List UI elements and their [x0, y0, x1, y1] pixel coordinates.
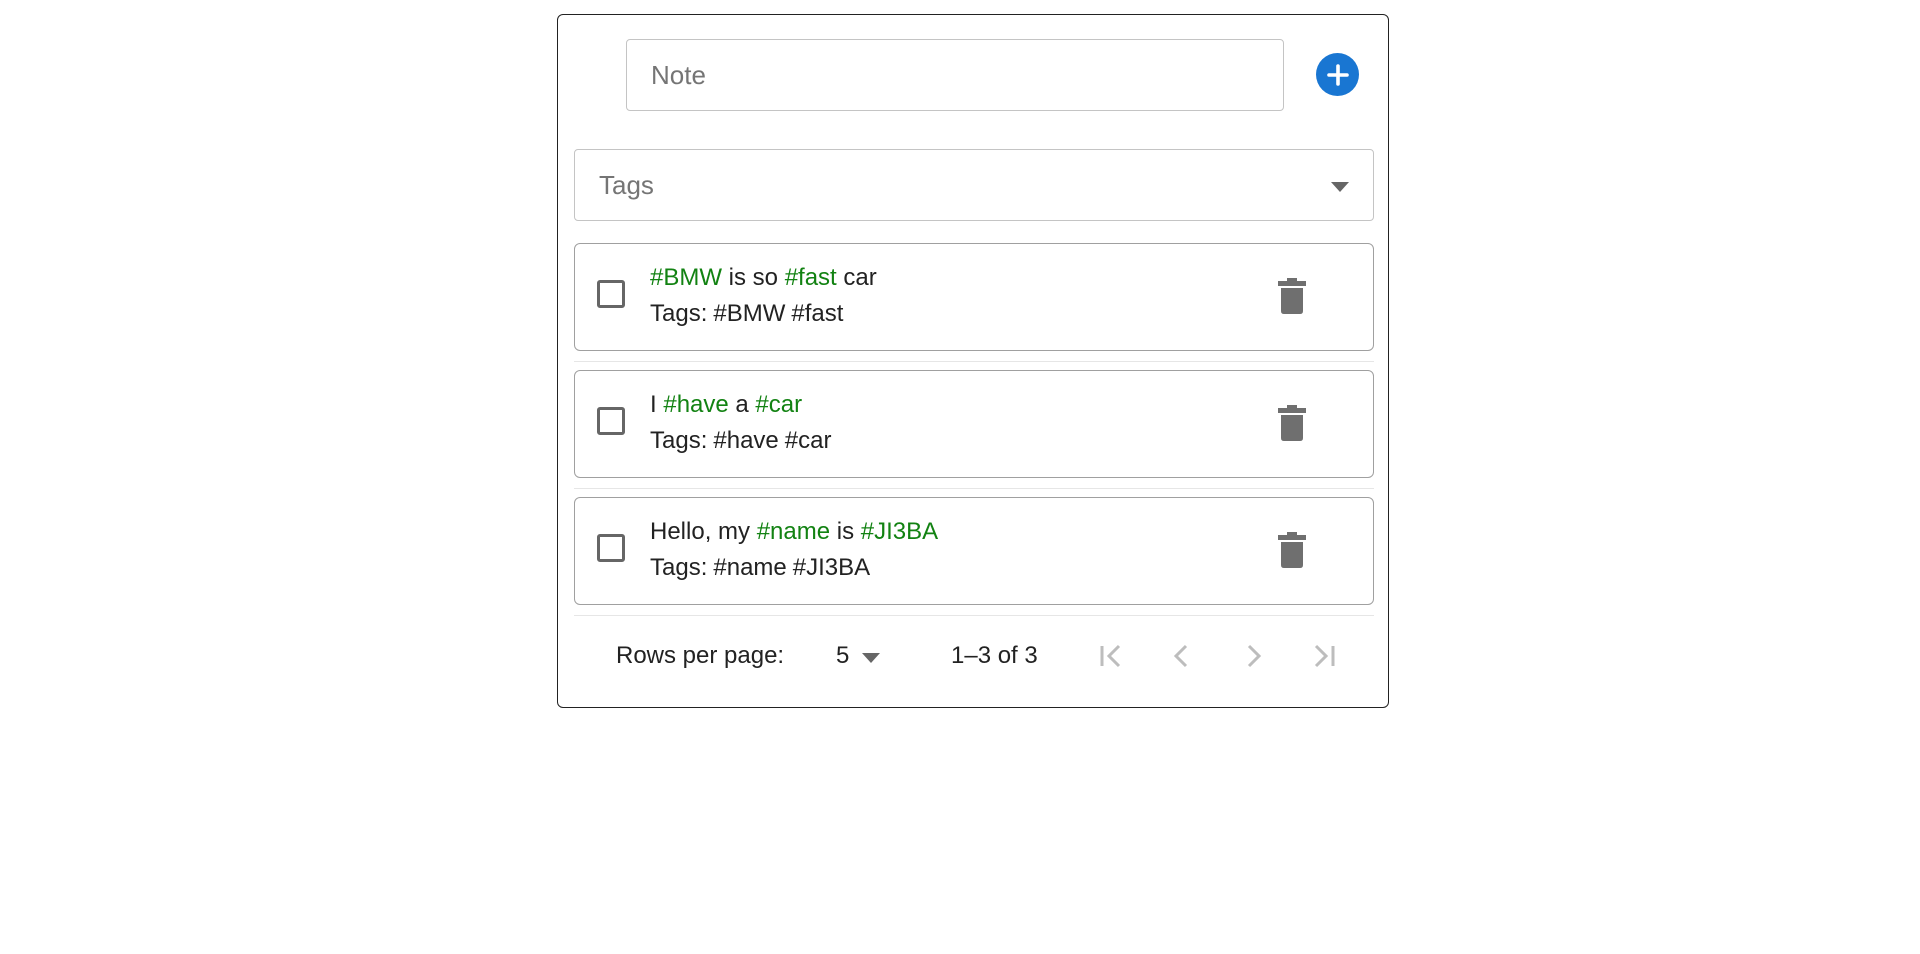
- dropdown-arrow-icon: [1331, 182, 1349, 192]
- note-input[interactable]: [626, 39, 1284, 111]
- note-text-segment: is so: [722, 264, 785, 291]
- pagination: Rows per page: 5 1–3 of 3: [558, 631, 1390, 681]
- note-tags: Tags: #BMW #fast: [650, 300, 843, 328]
- note-checkbox[interactable]: [597, 534, 625, 562]
- add-note-button[interactable]: [1316, 53, 1359, 96]
- note-text-segment: a: [728, 391, 756, 418]
- note-text: Hello, my #name is #JI3BA: [650, 518, 938, 546]
- note-checkbox[interactable]: [597, 280, 625, 308]
- delete-note-button[interactable]: [1275, 530, 1309, 570]
- note-hashtag: #name: [756, 518, 831, 545]
- notes-card: Tags #BMW is so #fast carTags:#BMW#fastI…: [557, 14, 1389, 708]
- last-page-icon: [1314, 644, 1335, 668]
- delete-note-button[interactable]: [1275, 403, 1309, 443]
- note-composer: [626, 39, 1374, 111]
- note-tag-chip: #have: [713, 427, 779, 454]
- note-tag-chip: #BMW: [713, 300, 786, 327]
- note-tags-label: Tags:: [650, 554, 708, 581]
- note-tags-label: Tags:: [650, 427, 708, 454]
- note-text-segment: Hello, my: [650, 518, 757, 545]
- note-text: #BMW is so #fast car: [650, 264, 877, 292]
- note-text-segment: I: [650, 391, 664, 418]
- plus-icon: [1326, 63, 1349, 86]
- chevron-right-icon: [1247, 644, 1262, 668]
- first-page-icon: [1100, 644, 1121, 668]
- note-text-segment: car: [836, 264, 877, 291]
- first-page-button[interactable]: [1092, 637, 1130, 675]
- last-page-button[interactable]: [1305, 637, 1343, 675]
- note-hashtag: #fast: [784, 264, 837, 291]
- note-text-segment: is: [830, 518, 861, 545]
- pagination-range: 1–3 of 3: [951, 642, 1038, 669]
- rows-per-page-value: 5: [836, 642, 850, 669]
- note-hashtag: #have: [663, 391, 729, 418]
- note-tag-chip: #fast: [791, 300, 844, 327]
- note-checkbox[interactable]: [597, 407, 625, 435]
- note-tag-chip: #car: [784, 427, 832, 454]
- tags-filter-select[interactable]: Tags: [574, 149, 1374, 221]
- previous-page-button[interactable]: [1163, 637, 1201, 675]
- note-item: I #have a #car Tags: #have #car: [574, 370, 1374, 478]
- note-tags: Tags: #name #JI3BA: [650, 554, 870, 582]
- note-divider: [574, 361, 1374, 362]
- note-hashtag: #JI3BA: [860, 518, 939, 545]
- tags-filter-label: Tags: [599, 170, 654, 200]
- rows-dropdown-arrow-icon: [862, 653, 880, 663]
- note-item: Hello, my #name is #JI3BA Tags: #name #JI3B…: [574, 497, 1374, 605]
- note-item: #BMW is so #fast car Tags: #BMW #fast: [574, 243, 1374, 351]
- note-tag-chip: #name: [713, 554, 787, 581]
- note-divider: [574, 488, 1374, 489]
- delete-note-button[interactable]: [1275, 276, 1309, 316]
- note-hashtag: #BMW: [650, 264, 722, 291]
- note-text: I #have a #car: [650, 391, 802, 419]
- trash-icon: [1278, 532, 1306, 568]
- note-hashtag: #car: [755, 391, 803, 418]
- chevron-left-icon: [1173, 644, 1188, 668]
- note-tags: Tags: #have #car: [650, 427, 831, 455]
- note-tags-label: Tags:: [650, 300, 708, 327]
- trash-icon: [1278, 405, 1306, 441]
- note-divider: [574, 615, 1374, 616]
- next-page-button[interactable]: [1234, 637, 1272, 675]
- note-tag-chip: #JI3BA: [792, 554, 871, 581]
- trash-icon: [1278, 278, 1306, 314]
- rows-per-page-label: Rows per page:: [616, 642, 785, 669]
